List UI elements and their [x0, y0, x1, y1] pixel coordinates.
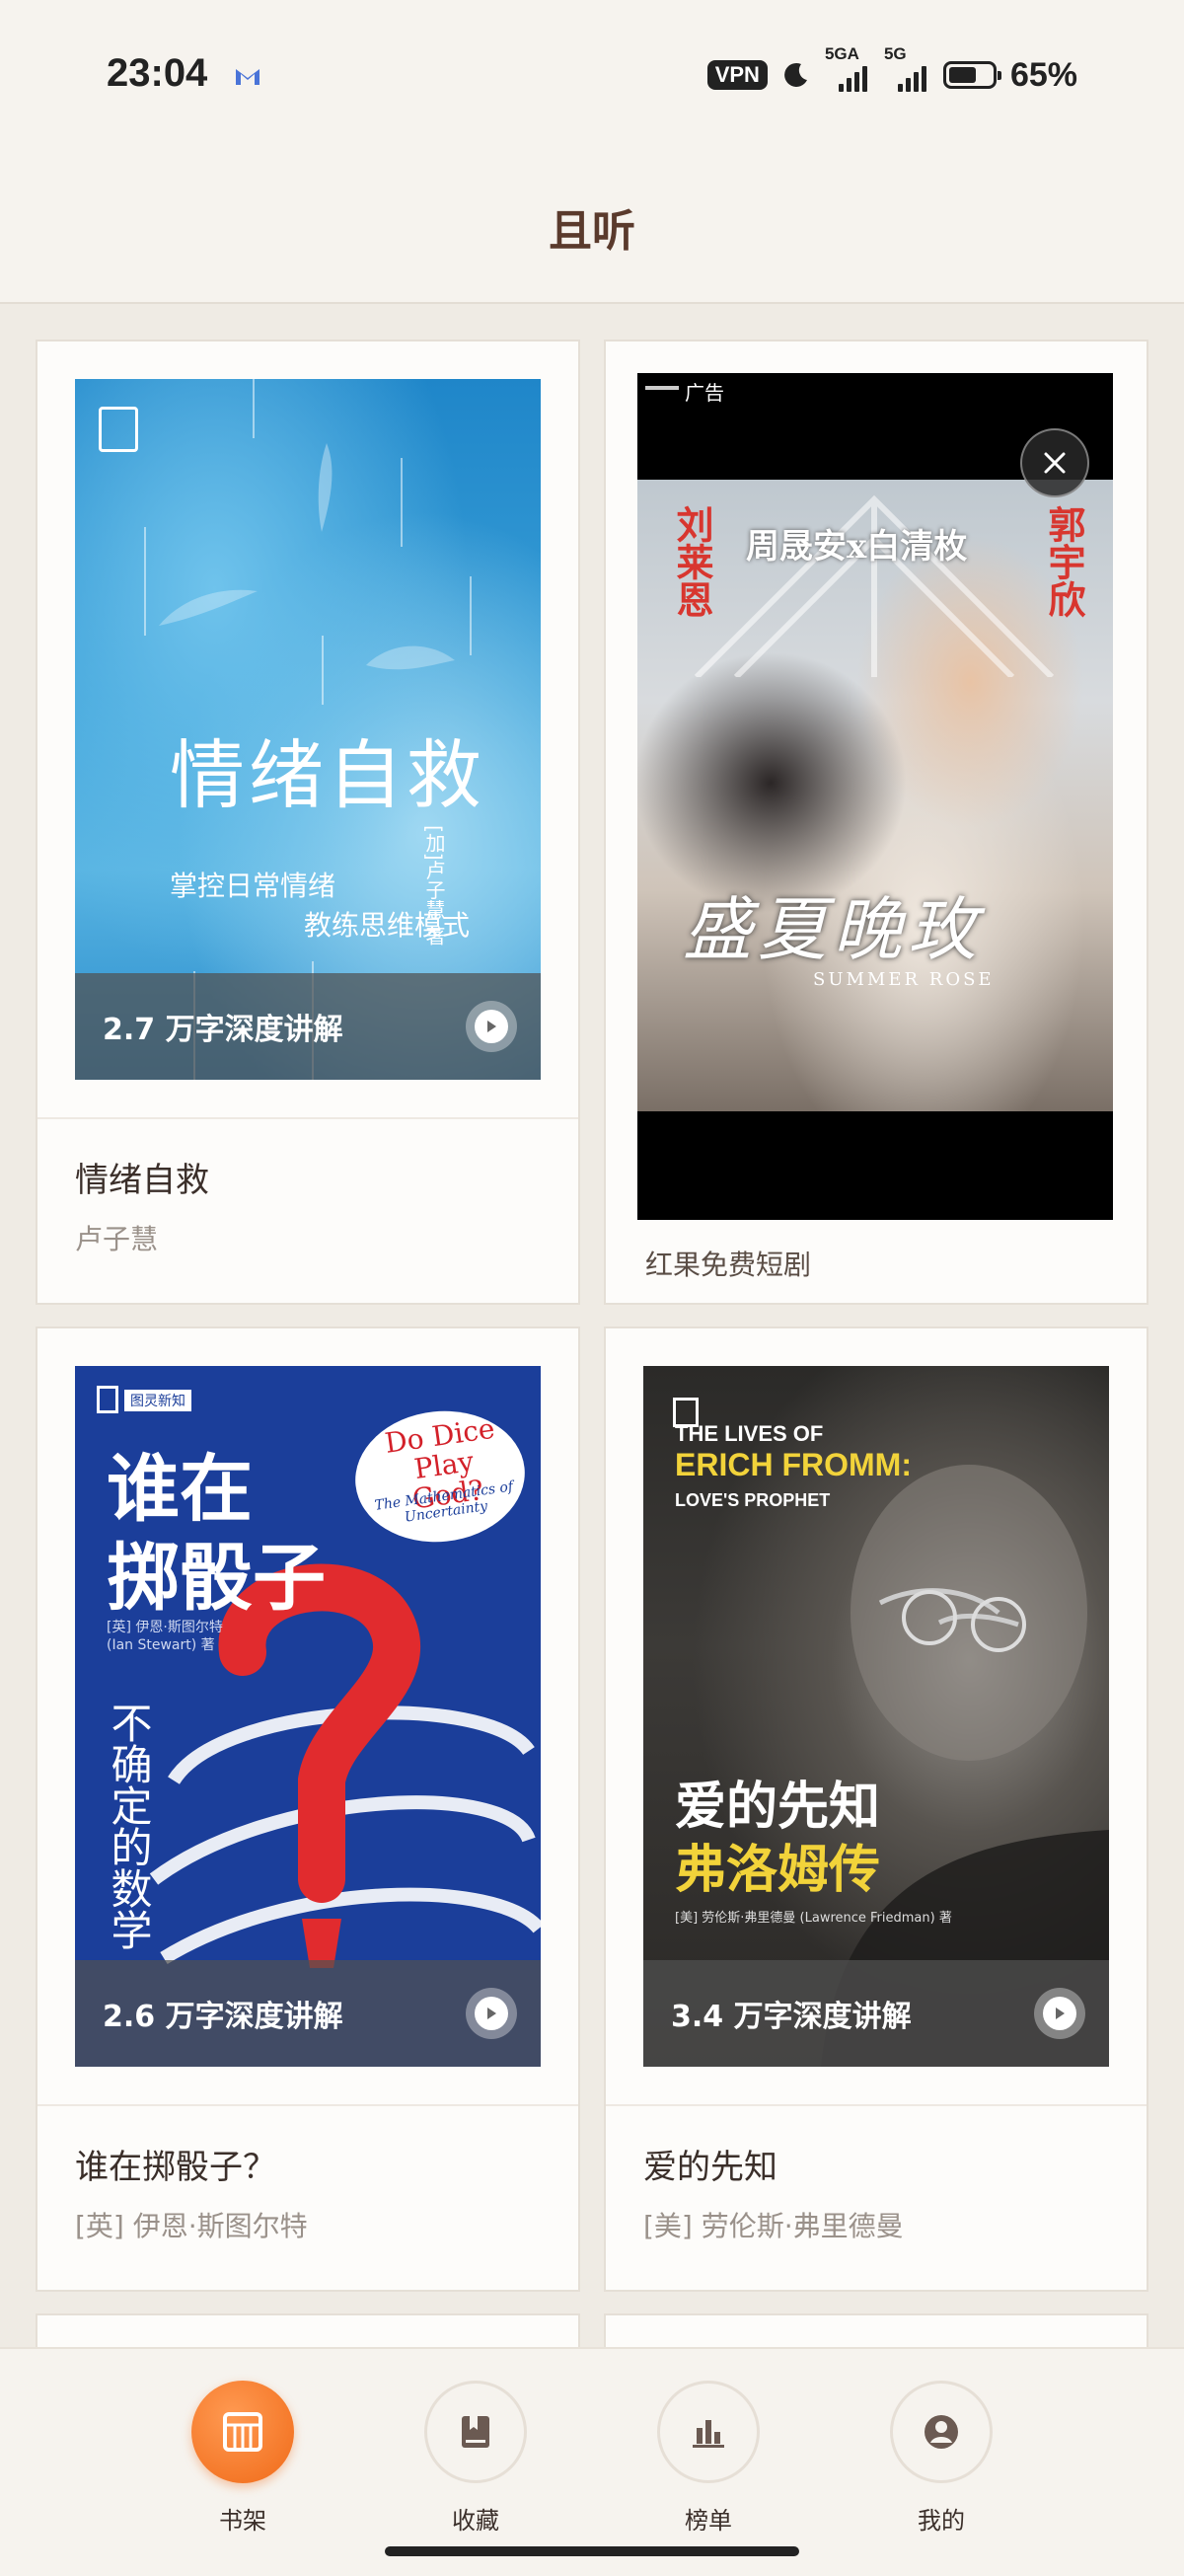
signal-5ga-icon: 5GA — [825, 44, 870, 92]
divider — [37, 2104, 578, 2106]
book-author: [英] 伊恩·斯图尔特 — [75, 2210, 308, 2242]
book-card[interactable]: THE LIVES OF ERICH FROMM: LOVE'S PROPHET… — [604, 1326, 1148, 2292]
depth-overlay: 3.4 万字深度讲解 — [643, 1960, 1109, 2067]
book-cover[interactable]: THE LIVES OF ERICH FROMM: LOVE'S PROPHET… — [643, 1366, 1109, 2067]
cover-title: 谁在 掷骰子 — [107, 1447, 326, 1621]
divider — [606, 2104, 1147, 2106]
gmail-icon — [236, 69, 259, 85]
book-author: 卢子慧 — [75, 1223, 159, 1255]
cover-author: [美] 劳伦斯·弗里德曼 (Lawrence Friedman) 著 — [675, 1911, 952, 1926]
ad-actor-name: 刘莱恩 — [670, 505, 714, 618]
cover-subtitle: 弗洛姆传 — [675, 1841, 881, 1900]
bookmark-book-icon — [462, 2416, 489, 2448]
book-card[interactable]: 情绪自救 掌控日常情绪 教练思维模式 [加]卢子慧 著 2.7 万字深度讲解 情… — [36, 340, 580, 1305]
ad-drama-title: 盛夏晚玫 — [683, 889, 983, 970]
status-time: 23:04 — [107, 51, 208, 95]
depth-overlay: 2.7 万字深度讲解 — [75, 973, 541, 1080]
cover-english-title: THE LIVES OF — [675, 1421, 824, 1446]
cover-english-subtitle: LOVE'S PROPHET — [675, 1490, 831, 1510]
do-not-disturb-moon-icon — [784, 62, 807, 87]
dolphin-illustration — [159, 589, 258, 626]
depth-label: 3.4 万字深度讲解 — [671, 2000, 912, 2034]
play-button[interactable] — [466, 1001, 517, 1052]
book-author: [美] 劳伦斯·弗里德曼 — [643, 2210, 904, 2242]
cover-english-title: ERICH FROMM: — [675, 1447, 912, 1482]
ad-couple-title: 周晟安x白清枚 — [746, 527, 968, 567]
divider — [37, 1117, 578, 1119]
ad-image: 刘莱恩 郭宇欣 周晟安x白清枚 盛夏晚玫 SUMMER ROSE — [637, 480, 1113, 1111]
signal-5g-icon: 5G — [884, 44, 929, 92]
ad-source: 红果免费短剧 — [645, 1249, 812, 1281]
depth-overlay: 2.6 万字深度讲解 — [75, 1960, 541, 2067]
bookshelf-icon — [223, 2412, 262, 2452]
ad-banner[interactable]: 广告 刘莱恩 郭宇欣 周晟安x白清枚 盛夏晚玫 SUMMER ROSE — [637, 373, 1113, 1220]
ad-network-logo-icon — [645, 386, 679, 400]
nav-label: 我的 — [918, 2507, 965, 2535]
play-button[interactable] — [466, 1988, 517, 2039]
app-header: 且听 — [0, 158, 1184, 304]
book-cover[interactable]: 情绪自救 掌控日常情绪 教练思维模式 [加]卢子慧 著 2.7 万字深度讲解 — [75, 379, 541, 1080]
play-icon — [487, 2008, 496, 2019]
nav-label: 书架 — [219, 2507, 266, 2535]
ad-label: 广告 — [645, 377, 724, 406]
play-icon — [1056, 2008, 1065, 2019]
book-title[interactable]: 爱的先知 — [643, 2140, 777, 2188]
close-icon — [1044, 452, 1066, 474]
depth-label: 2.6 万字深度讲解 — [103, 2000, 343, 2034]
book-cover[interactable]: 图灵新知 谁在 掷骰子 Do Dice Play God? The Mathem… — [75, 1366, 541, 2067]
series-logo-icon — [99, 407, 138, 452]
ad-english-title: SUMMER ROSE — [813, 969, 995, 990]
status-bar: 23:04 VPN 5GA 5G 65% — [0, 0, 1184, 158]
cover-author: [加]卢子慧 著 — [422, 825, 446, 946]
play-button[interactable] — [1034, 1988, 1085, 2039]
cover-series: 图灵新知 — [124, 1390, 191, 1411]
battery-text: 65% — [1009, 55, 1077, 94]
battery-icon — [942, 61, 1001, 89]
cover-vertical-title: 不确定的数学 — [105, 1702, 153, 1950]
cover-subtitle: 掌控日常情绪 — [170, 870, 336, 902]
ad-card[interactable]: 广告 刘莱恩 郭宇欣 周晟安x白清枚 盛夏晚玫 SUMMER ROSE 红果免费… — [604, 340, 1148, 1305]
page-title: 且听 — [549, 206, 635, 257]
ad-close-button[interactable] — [1020, 428, 1089, 497]
series-logo-icon — [97, 1386, 118, 1413]
status-icons: VPN 5GA 5G 65% — [706, 44, 1077, 95]
vpn-badge: VPN — [706, 60, 768, 90]
ad-actor-name: 郭宇欣 — [1042, 505, 1086, 618]
nav-item-bookshelf[interactable]: 书架 — [184, 2381, 302, 2536]
book-card[interactable]: 图灵新知 谁在 掷骰子 Do Dice Play God? The Mathem… — [36, 1326, 580, 2292]
cover-title: 情绪自救 — [170, 731, 485, 819]
nav-item-ranking[interactable]: 榜单 — [649, 2381, 768, 2536]
cover-author: [英] 伊恩·斯图尔特 (Ian Stewart) 著 — [107, 1620, 223, 1653]
book-title[interactable]: 情绪自救 — [75, 1153, 209, 1201]
nav-label: 榜单 — [685, 2507, 732, 2535]
nav-item-favorites[interactable]: 收藏 — [416, 2381, 535, 2536]
nav-item-profile[interactable]: 我的 — [882, 2381, 1000, 2536]
dolphin-illustration — [366, 645, 455, 670]
nav-label: 收藏 — [452, 2507, 499, 2535]
play-icon — [487, 1021, 496, 1032]
dolphin-illustration — [318, 443, 333, 532]
book-title[interactable]: 谁在掷骰子？ — [75, 2140, 276, 2188]
depth-label: 2.7 万字深度讲解 — [103, 1013, 343, 1047]
home-indicator[interactable] — [385, 2546, 799, 2556]
bottom-nav: 书架 收藏 榜单 我的 — [0, 2347, 1184, 2576]
ranking-chart-icon — [693, 2420, 724, 2448]
user-profile-icon — [925, 2415, 958, 2449]
